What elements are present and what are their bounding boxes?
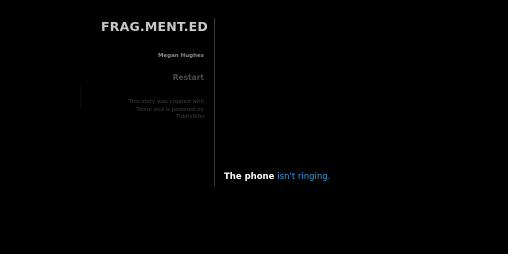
story-author: Megan Hughes bbox=[157, 53, 204, 59]
passage-link[interactable]: isn't ringing bbox=[277, 172, 327, 182]
credits-line: This story was created with bbox=[128, 99, 205, 105]
passage-text: The phone isn't ringing. bbox=[224, 172, 330, 182]
decorative-mark bbox=[80, 86, 87, 108]
credits-text: This story was created with Twine and is… bbox=[114, 99, 205, 122]
sidebar-divider bbox=[214, 18, 215, 186]
story-title: FRAG.MENT.ED bbox=[101, 19, 208, 34]
story-page: FRAG.MENT.ED Megan Hughes Restart This s… bbox=[0, 0, 508, 254]
restart-link[interactable]: Restart bbox=[173, 73, 204, 82]
credits-line: TiddlyWiki bbox=[175, 114, 204, 120]
passage-plain-text: The phone bbox=[224, 172, 278, 182]
passage-punctuation: . bbox=[327, 172, 331, 182]
sidebar: FRAG.MENT.ED Megan Hughes Restart This s… bbox=[0, 0, 208, 254]
credits-line: Twine and is powered by bbox=[136, 106, 204, 113]
